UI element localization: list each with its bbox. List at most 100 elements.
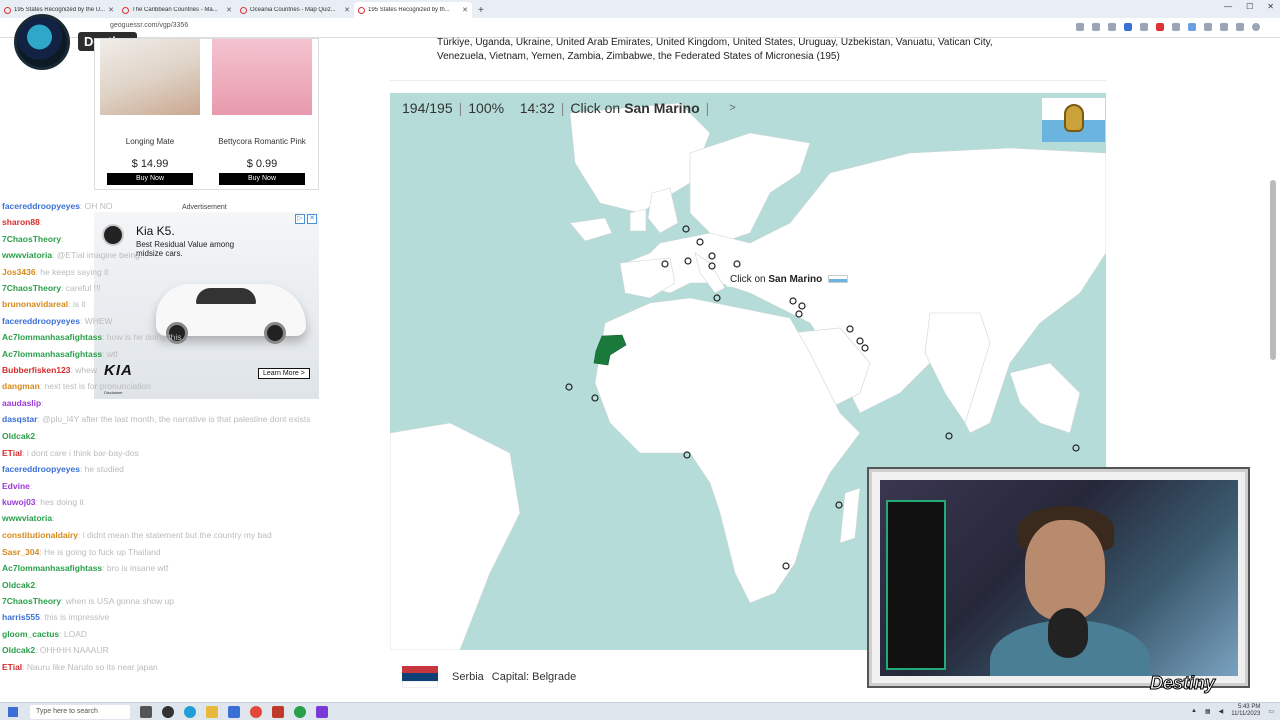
close-window-icon[interactable]: ✕ [1267, 2, 1274, 11]
chat-username[interactable]: facereddroopyeyes [2, 316, 80, 326]
chat-username[interactable]: Ac7lommanhasafightass [2, 563, 102, 573]
chat-username[interactable]: Edvine [2, 481, 30, 491]
chat-username[interactable]: kuwoj03 [2, 497, 36, 507]
chat-username[interactable]: Jos3436 [2, 267, 36, 277]
browser-tab-active[interactable]: 195 States Recognized by th... ✕ [354, 2, 472, 18]
store-icon[interactable] [228, 706, 240, 718]
extension-icon[interactable] [1204, 23, 1212, 31]
browser-tab[interactable]: The Caribbean Countries - Ma... ✕ [118, 2, 236, 18]
chat-text: : @plu_l4Y after the last month, the nar… [37, 414, 311, 425]
cursor-tooltip: Click on San Marino [726, 272, 853, 287]
chat-text: : Nauru like Naruto so its near japan [22, 661, 158, 672]
chat-username[interactable]: Ac7lommanhasafightass [2, 349, 102, 359]
app-icon[interactable] [272, 706, 284, 718]
chat-username[interactable]: wwwviatoria [2, 250, 52, 260]
chevron-right-icon[interactable]: > [729, 102, 735, 114]
chat-text: : hes doing it [35, 496, 84, 507]
land-madagascar [839, 487, 861, 544]
chat-username[interactable]: brunonavidareal [2, 299, 68, 309]
chat-username[interactable]: aaudaslip [2, 398, 41, 408]
close-tab-icon[interactable]: ✕ [226, 6, 232, 14]
scrollbar-thumb[interactable] [1270, 180, 1276, 360]
product-image[interactable] [100, 39, 200, 115]
extension-icon[interactable] [1236, 23, 1244, 31]
notifications-icon[interactable]: ▭ [1268, 708, 1274, 715]
chat-text: : next test is for pronunciation [39, 381, 151, 392]
extension-icon[interactable] [1156, 23, 1164, 31]
windows-start-icon[interactable] [8, 707, 18, 717]
chat-message: wwwviatoria: @ETial imagine being... [0, 247, 320, 263]
chat-username[interactable]: wwwviatoria [2, 513, 52, 523]
close-tab-icon[interactable]: ✕ [344, 6, 350, 14]
product-price: $ 0.99 [246, 158, 278, 170]
task-view-icon[interactable] [140, 706, 152, 718]
taskbar-search[interactable]: Type here to search [30, 705, 130, 719]
browser-tab[interactable]: 195 States Recognized by the U... ✕ [0, 2, 118, 18]
product-image[interactable] [212, 39, 312, 115]
app-icon[interactable] [294, 706, 306, 718]
close-tab-icon[interactable]: ✕ [462, 6, 468, 14]
url-field[interactable]: geoguessr.com/vgp/3356 [110, 22, 188, 29]
extension-icon[interactable] [1188, 23, 1196, 31]
extension-icon[interactable] [1220, 23, 1228, 31]
file-explorer-icon[interactable] [206, 706, 218, 718]
new-tab-button[interactable]: + [472, 2, 490, 18]
chat-username[interactable]: 7ChaosTheory [2, 234, 61, 244]
chat-text: : i didnt mean the statement but the cou… [78, 529, 272, 540]
browser-tab[interactable]: Oceania Countries - Map Quiz... ✕ [236, 2, 354, 18]
geoguessr-favicon-icon [122, 6, 129, 14]
chat-username[interactable]: Oldcak2 [2, 645, 35, 655]
chat-text: : whew [70, 365, 97, 376]
app-icon[interactable] [162, 706, 174, 718]
divider [390, 80, 1106, 81]
chat-username[interactable]: sharon88 [2, 217, 40, 227]
chat-username[interactable]: Sasr_304 [2, 547, 39, 557]
chat-text: : bro is insane wtf [102, 563, 169, 574]
tray-icon[interactable]: ▲ [1191, 708, 1197, 714]
chat-username[interactable]: constitutionaldairy [2, 530, 78, 540]
chat-username[interactable]: dangman [2, 381, 40, 391]
volume-icon[interactable]: ◀ [1219, 708, 1224, 715]
chat-text: : OH NO [79, 201, 113, 211]
tooltip-label: Click on [730, 274, 766, 285]
chat-message: aaudaslip: [0, 395, 320, 411]
map-marker [1072, 444, 1080, 452]
chat-username[interactable]: gloom_cactus [2, 629, 59, 639]
product-card: Bettycora Romantic Pink $ 0.99 Buy Now [212, 39, 312, 185]
extension-icon[interactable] [1140, 23, 1148, 31]
chat-username[interactable]: dasqstar [2, 414, 37, 424]
profile-avatar-icon[interactable] [1252, 23, 1260, 31]
chat-username[interactable]: ETial [2, 662, 22, 672]
extension-icon[interactable] [1108, 23, 1116, 31]
bookmark-star-icon[interactable] [1124, 23, 1132, 31]
chat-text: : He is going to fuck up Thailand [39, 546, 161, 557]
buy-now-button[interactable]: Buy Now [107, 173, 193, 185]
buy-now-button[interactable]: Buy Now [219, 173, 305, 185]
chat-username[interactable]: facereddroopyeyes [2, 201, 80, 211]
page-scrollbar[interactable] [1270, 40, 1276, 700]
chat-username[interactable]: 7ChaosTheory [2, 283, 61, 293]
tab-label: Oceania Countries - Map Quiz... [250, 7, 336, 13]
chat-username[interactable]: 7ChaosTheory [2, 596, 61, 606]
quiz-accuracy: 100% [468, 100, 505, 116]
chat-text: : [29, 480, 33, 491]
chat-username[interactable]: Oldcak2 [2, 580, 35, 590]
maximize-icon[interactable]: ☐ [1246, 2, 1253, 11]
chat-username[interactable]: harris555 [2, 612, 40, 622]
edge-icon[interactable] [184, 706, 196, 718]
network-icon[interactable]: ▦ [1205, 708, 1211, 715]
extension-icon[interactable] [1092, 23, 1100, 31]
extension-icon[interactable] [1076, 23, 1084, 31]
close-tab-icon[interactable]: ✕ [108, 6, 114, 14]
chat-message: sharon88: [0, 214, 320, 230]
chrome-icon[interactable] [250, 706, 262, 718]
chat-username[interactable]: facereddroopyeyes [2, 464, 80, 474]
extension-icon[interactable] [1172, 23, 1180, 31]
chat-username[interactable]: Oldcak2 [2, 431, 35, 441]
chat-username[interactable]: Bubberfisken123 [2, 365, 71, 375]
minimize-icon[interactable]: — [1224, 2, 1232, 11]
clock[interactable]: 5:43 PM 11/11/2023 [1231, 704, 1260, 718]
chat-username[interactable]: Ac7lommanhasafightass [2, 332, 102, 342]
app-icon[interactable] [316, 706, 328, 718]
chat-username[interactable]: ETial [2, 448, 22, 458]
